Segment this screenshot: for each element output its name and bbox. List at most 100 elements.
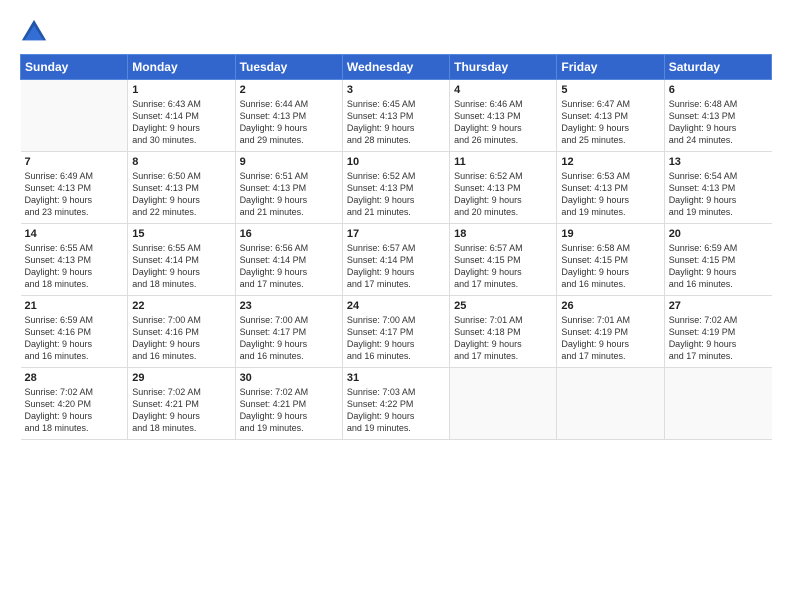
calendar-body: 1 Sunrise: 6:43 AM Sunset: 4:14 PM Daylig… [21,80,772,440]
day-number: 15 [132,228,230,240]
calendar-cell: 26 Sunrise: 7:01 AM Sunset: 4:19 PM Dayli… [557,296,664,368]
calendar-cell: 7 Sunrise: 6:49 AM Sunset: 4:13 PM Daylig… [21,152,128,224]
calendar-cell: 8 Sunrise: 6:50 AM Sunset: 4:13 PM Daylig… [128,152,235,224]
calendar-table: SundayMondayTuesdayWednesdayThursdayFrid… [20,54,772,440]
day-number: 25 [454,300,552,312]
calendar-cell: 6Sunrise: 6:48 AM Sunset: 4:13 PM Daylig… [664,80,771,152]
header-row: SundayMondayTuesdayWednesdayThursdayFrid… [21,55,772,80]
day-number: 7 [25,156,124,168]
day-number: 2 [240,84,338,96]
calendar-cell [21,80,128,152]
day-number: 1 [132,84,230,96]
calendar-cell: 31Sunrise: 7:03 AM Sunset: 4:22 PM Dayli… [342,368,449,440]
cell-content: Sunrise: 7:01 AM Sunset: 4:18 PM Dayligh… [454,314,552,363]
day-number: 3 [347,84,445,96]
day-number: 4 [454,84,552,96]
cell-content: Sunrise: 6:43 AM Sunset: 4:14 PM Dayligh… [132,98,230,147]
calendar-cell: 25 Sunrise: 7:01 AM Sunset: 4:18 PM Dayli… [450,296,557,368]
cell-content: Sunrise: 7:00 AM Sunset: 4:16 PM Dayligh… [132,314,230,363]
day-number: 23 [240,300,338,312]
calendar-cell: 10 Sunrise: 6:52 AM Sunset: 4:13 PM Dayli… [342,152,449,224]
calendar-cell: 19Sunrise: 6:58 AM Sunset: 4:15 PM Dayli… [557,224,664,296]
cell-content: Sunrise: 6:56 AM Sunset: 4:14 PM Dayligh… [240,242,338,291]
calendar-cell [557,368,664,440]
day-number: 30 [240,372,338,384]
cell-content: Sunrise: 6:44 AM Sunset: 4:13 PM Dayligh… [240,98,338,147]
calendar-cell: 21Sunrise: 6:59 AM Sunset: 4:16 PM Dayli… [21,296,128,368]
cell-content: Sunrise: 6:45 AM Sunset: 4:13 PM Dayligh… [347,98,445,147]
day-number: 14 [25,228,124,240]
cell-content: Sunrise: 6:57 AM Sunset: 4:15 PM Dayligh… [454,242,552,291]
cell-content: Sunrise: 7:02 AM Sunset: 4:20 PM Dayligh… [25,386,124,435]
cell-content: Sunrise: 6:55 AM Sunset: 4:14 PM Dayligh… [132,242,230,291]
cell-content: Sunrise: 6:50 AM Sunset: 4:13 PM Dayligh… [132,170,230,219]
week-row-0: 1 Sunrise: 6:43 AM Sunset: 4:14 PM Daylig… [21,80,772,152]
day-number: 13 [669,156,768,168]
cell-content: Sunrise: 7:01 AM Sunset: 4:19 PM Dayligh… [561,314,659,363]
calendar-cell: 14 Sunrise: 6:55 AM Sunset: 4:13 PM Dayli… [21,224,128,296]
calendar-cell: 3 Sunrise: 6:45 AM Sunset: 4:13 PM Daylig… [342,80,449,152]
day-number: 20 [669,228,768,240]
calendar-cell: 20Sunrise: 6:59 AM Sunset: 4:15 PM Dayli… [664,224,771,296]
page: SundayMondayTuesdayWednesdayThursdayFrid… [0,0,792,612]
day-number: 5 [561,84,659,96]
calendar-cell: 11 Sunrise: 6:52 AM Sunset: 4:13 PM Dayli… [450,152,557,224]
day-number: 29 [132,372,230,384]
calendar-cell: 23Sunrise: 7:00 AM Sunset: 4:17 PM Dayli… [235,296,342,368]
day-number: 28 [25,372,124,384]
header-cell-wednesday: Wednesday [342,55,449,80]
calendar-cell: 16 Sunrise: 6:56 AM Sunset: 4:14 PM Dayli… [235,224,342,296]
calendar-cell: 4 Sunrise: 6:46 AM Sunset: 4:13 PM Daylig… [450,80,557,152]
calendar-cell: 22 Sunrise: 7:00 AM Sunset: 4:16 PM Dayli… [128,296,235,368]
cell-content: Sunrise: 7:00 AM Sunset: 4:17 PM Dayligh… [347,314,445,363]
calendar-cell: 17 Sunrise: 6:57 AM Sunset: 4:14 PM Dayli… [342,224,449,296]
cell-content: Sunrise: 6:46 AM Sunset: 4:13 PM Dayligh… [454,98,552,147]
cell-content: Sunrise: 6:57 AM Sunset: 4:14 PM Dayligh… [347,242,445,291]
day-number: 17 [347,228,445,240]
week-row-3: 21Sunrise: 6:59 AM Sunset: 4:16 PM Dayli… [21,296,772,368]
day-number: 27 [669,300,768,312]
day-number: 9 [240,156,338,168]
day-number: 24 [347,300,445,312]
header-cell-friday: Friday [557,55,664,80]
cell-content: Sunrise: 6:58 AM Sunset: 4:15 PM Dayligh… [561,242,659,291]
calendar-cell: 29 Sunrise: 7:02 AM Sunset: 4:21 PM Dayli… [128,368,235,440]
header [20,18,772,46]
day-number: 12 [561,156,659,168]
day-number: 22 [132,300,230,312]
cell-content: Sunrise: 6:47 AM Sunset: 4:13 PM Dayligh… [561,98,659,147]
day-number: 16 [240,228,338,240]
cell-content: Sunrise: 6:54 AM Sunset: 4:13 PM Dayligh… [669,170,768,219]
day-number: 18 [454,228,552,240]
calendar-cell: 27Sunrise: 7:02 AM Sunset: 4:19 PM Dayli… [664,296,771,368]
cell-content: Sunrise: 7:03 AM Sunset: 4:22 PM Dayligh… [347,386,445,435]
cell-content: Sunrise: 6:51 AM Sunset: 4:13 PM Dayligh… [240,170,338,219]
calendar-cell: 13 Sunrise: 6:54 AM Sunset: 4:13 PM Dayli… [664,152,771,224]
cell-content: Sunrise: 6:52 AM Sunset: 4:13 PM Dayligh… [347,170,445,219]
cell-content: Sunrise: 6:53 AM Sunset: 4:13 PM Dayligh… [561,170,659,219]
calendar-cell: 30 Sunrise: 7:02 AM Sunset: 4:21 PM Dayli… [235,368,342,440]
calendar-cell [450,368,557,440]
calendar-cell: 12 Sunrise: 6:53 AM Sunset: 4:13 PM Dayli… [557,152,664,224]
day-number: 26 [561,300,659,312]
calendar-cell: 1 Sunrise: 6:43 AM Sunset: 4:14 PM Daylig… [128,80,235,152]
cell-content: Sunrise: 7:02 AM Sunset: 4:21 PM Dayligh… [132,386,230,435]
day-number: 8 [132,156,230,168]
day-number: 6 [669,84,768,96]
header-cell-monday: Monday [128,55,235,80]
cell-content: Sunrise: 6:55 AM Sunset: 4:13 PM Dayligh… [25,242,124,291]
header-cell-saturday: Saturday [664,55,771,80]
logo-icon [20,18,48,46]
week-row-4: 28 Sunrise: 7:02 AM Sunset: 4:20 PM Dayli… [21,368,772,440]
day-number: 10 [347,156,445,168]
day-number: 21 [25,300,124,312]
header-cell-thursday: Thursday [450,55,557,80]
calendar-cell: 18 Sunrise: 6:57 AM Sunset: 4:15 PM Dayli… [450,224,557,296]
header-cell-tuesday: Tuesday [235,55,342,80]
cell-content: Sunrise: 6:49 AM Sunset: 4:13 PM Dayligh… [25,170,124,219]
day-number: 11 [454,156,552,168]
cell-content: Sunrise: 7:02 AM Sunset: 4:21 PM Dayligh… [240,386,338,435]
calendar-cell: 9 Sunrise: 6:51 AM Sunset: 4:13 PM Daylig… [235,152,342,224]
calendar-cell: 5 Sunrise: 6:47 AM Sunset: 4:13 PM Daylig… [557,80,664,152]
cell-content: Sunrise: 6:52 AM Sunset: 4:13 PM Dayligh… [454,170,552,219]
